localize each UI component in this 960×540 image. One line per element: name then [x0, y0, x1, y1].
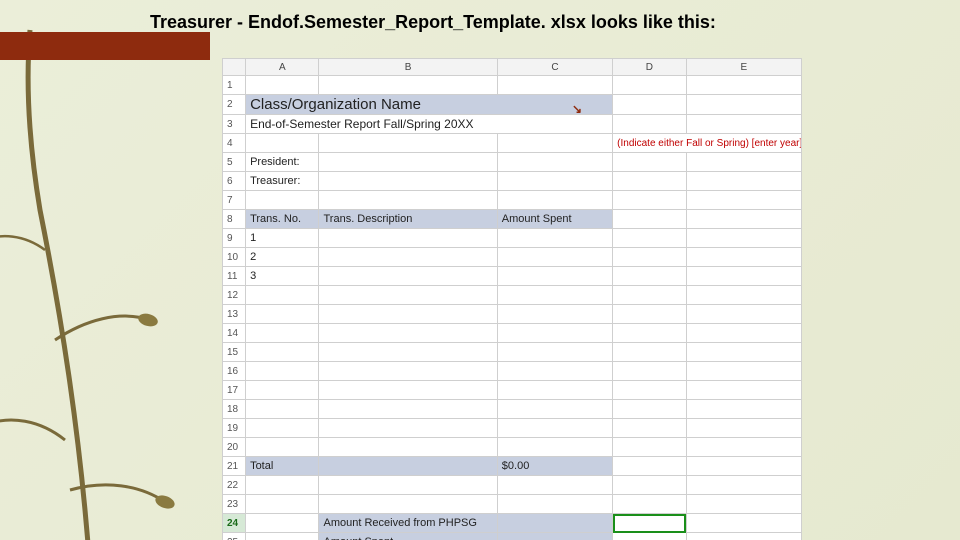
column-header-row: A B C D E: [223, 59, 802, 76]
row-num: 1: [223, 76, 246, 95]
corner-cell: [223, 59, 246, 76]
amount-spent-label: Amount Spent: [319, 533, 497, 540]
header-trans-no: Trans. No.: [246, 210, 319, 229]
spreadsheet-preview: A B C D E 1 2 Class/Organization Name 3 …: [222, 58, 802, 540]
header-amount: Amount Spent: [497, 210, 612, 229]
row-num: 18: [223, 400, 246, 419]
col-E: E: [686, 59, 801, 76]
row-num: 12: [223, 286, 246, 305]
treasurer-label: Treasurer:: [246, 172, 319, 191]
row-num: 17: [223, 381, 246, 400]
row-num: 11: [223, 267, 246, 286]
col-C: C: [497, 59, 612, 76]
hint-text: (Indicate either Fall or Spring) [enter …: [613, 134, 802, 153]
row-num: 23: [223, 495, 246, 514]
row-num: 21: [223, 457, 246, 476]
trans-no-3: 3: [246, 267, 319, 286]
spreadsheet-grid: A B C D E 1 2 Class/Organization Name 3 …: [222, 58, 802, 540]
slide-title: Treasurer - Endof.Semester_Report_Templa…: [150, 12, 716, 33]
selected-cell: [613, 514, 686, 533]
row-num: 22: [223, 476, 246, 495]
trans-no-1: 1: [246, 229, 319, 248]
row-num: 3: [223, 115, 246, 134]
col-A: A: [246, 59, 319, 76]
row-num: 13: [223, 305, 246, 324]
col-B: B: [319, 59, 497, 76]
col-D: D: [613, 59, 686, 76]
total-label: Total: [246, 457, 319, 476]
row-num-selected: 24: [223, 514, 246, 533]
report-title-cell: End-of-Semester Report Fall/Spring 20XX: [246, 115, 613, 134]
row-num: 7: [223, 191, 246, 210]
org-name-cell: Class/Organization Name: [246, 95, 613, 115]
row-num: 5: [223, 153, 246, 172]
decorative-branch: [0, 10, 230, 540]
row-num: 19: [223, 419, 246, 438]
row-num: 2: [223, 95, 246, 115]
row-num: 14: [223, 324, 246, 343]
row-num: 16: [223, 362, 246, 381]
row-num: 9: [223, 229, 246, 248]
row-num: 20: [223, 438, 246, 457]
header-trans-desc: Trans. Description: [319, 210, 497, 229]
row-num: 8: [223, 210, 246, 229]
president-label: President:: [246, 153, 319, 172]
row-num: 6: [223, 172, 246, 191]
total-value: $0.00: [497, 457, 612, 476]
decorative-accent-bar: [0, 32, 210, 60]
row-num: 10: [223, 248, 246, 267]
row-num: 15: [223, 343, 246, 362]
amount-received-label: Amount Received from PHPSG: [319, 514, 497, 533]
row-num: 25: [223, 533, 246, 540]
slide: Treasurer - Endof.Semester_Report_Templa…: [0, 0, 960, 540]
row-num: 4: [223, 134, 246, 153]
trans-no-2: 2: [246, 248, 319, 267]
